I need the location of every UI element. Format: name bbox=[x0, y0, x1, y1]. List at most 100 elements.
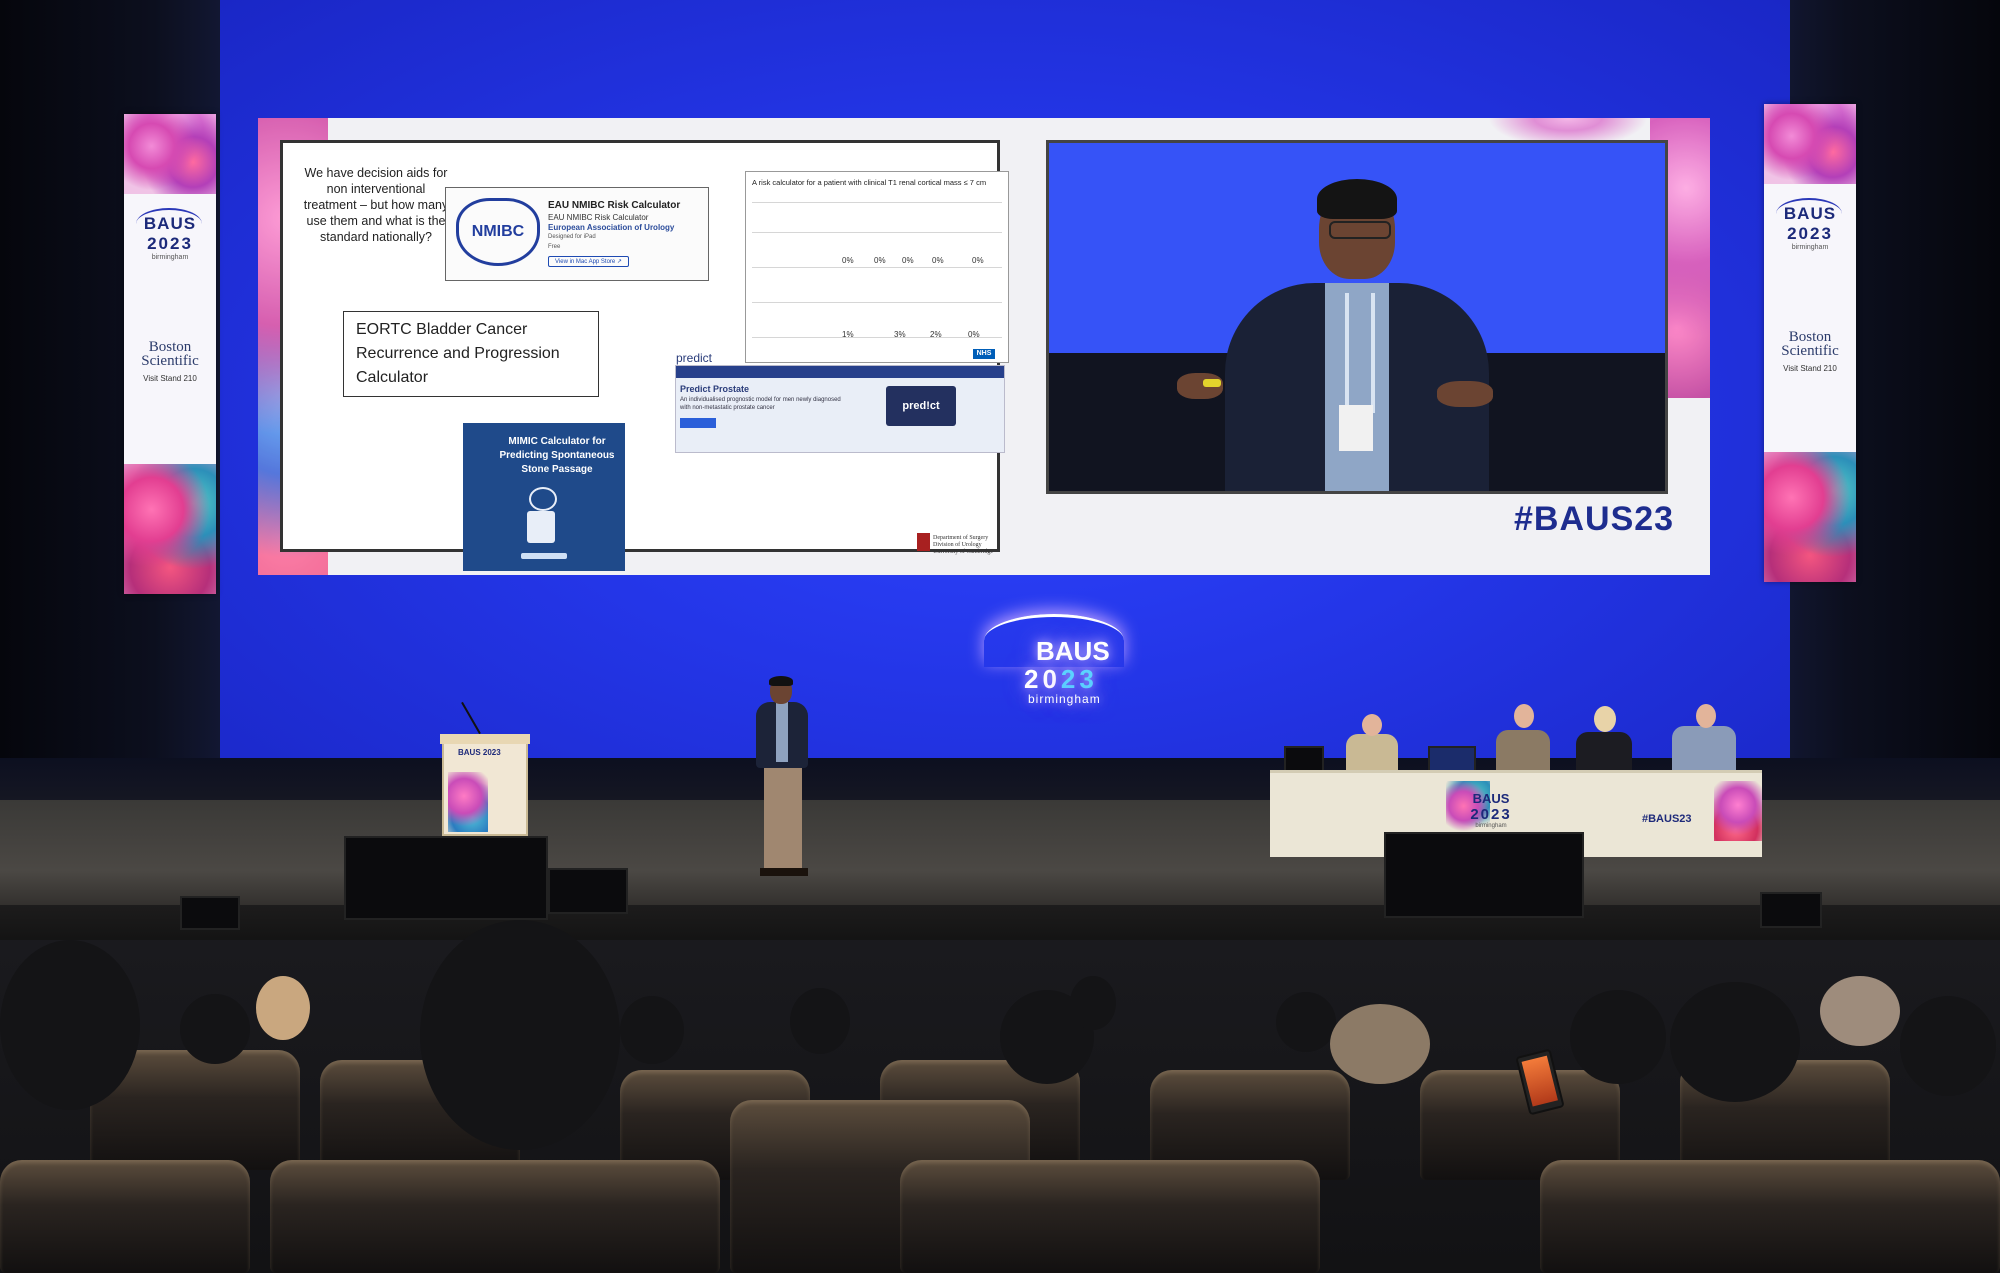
cambridge-crest-icon bbox=[917, 533, 930, 551]
speaker-shoes bbox=[760, 868, 808, 876]
banner-left: BAUS 2023 birmingham Boston Scientific V… bbox=[124, 114, 216, 594]
speaker-shirt bbox=[776, 702, 788, 762]
banner-right: BAUS 2023 birmingham Boston Scientific V… bbox=[1764, 104, 1856, 582]
app-subtitle: EAU NMIBC Risk Calculator bbox=[548, 213, 649, 222]
risk-value: 0% bbox=[842, 256, 854, 265]
speaker-hair bbox=[769, 676, 793, 686]
baus-glow-logo: BAUS 2023 birmingham bbox=[984, 614, 1124, 714]
lectern: BAUS 2023 bbox=[442, 734, 528, 836]
panelist bbox=[1496, 730, 1550, 774]
risk-value: 1% bbox=[842, 330, 854, 339]
audience-member-head bbox=[620, 996, 684, 1064]
presentation-slide: We have decision aids for non interventi… bbox=[280, 140, 1009, 571]
predict-start-button bbox=[680, 418, 716, 428]
risk-value: 2% bbox=[930, 330, 942, 339]
audience-member-head bbox=[1900, 996, 1996, 1096]
app-device: Designed for iPad bbox=[548, 234, 596, 240]
app-title: EAU NMIBC Risk Calculator bbox=[548, 200, 681, 211]
audience-member-head bbox=[1070, 976, 1116, 1030]
risk-value: 0% bbox=[932, 256, 944, 265]
speaker-video-feed bbox=[1046, 140, 1668, 494]
floral-artwork bbox=[1764, 452, 1856, 582]
presentation-clicker bbox=[1203, 379, 1221, 387]
theatre-seat bbox=[900, 1160, 1320, 1273]
panelist-head bbox=[1696, 704, 1716, 728]
app-developer: European Association of Urology bbox=[548, 223, 675, 232]
floral-artwork bbox=[1714, 781, 1762, 841]
risk-value: 0% bbox=[968, 330, 980, 339]
audience-member-head bbox=[1670, 982, 1800, 1102]
stage-speaker bbox=[180, 896, 240, 930]
floral-artwork bbox=[1764, 104, 1856, 184]
predict-logo: predict bbox=[676, 351, 713, 365]
mimic-start-button bbox=[521, 553, 567, 559]
baus-logo: BAUS 2023 birmingham bbox=[130, 208, 210, 261]
audience-member-head bbox=[1820, 976, 1900, 1046]
table-baus-logo: BAUS 2023 birmingham bbox=[1470, 791, 1512, 829]
audience-member-head bbox=[256, 976, 310, 1040]
speaker-hair bbox=[1317, 179, 1397, 219]
slide-question: We have decision aids for non interventi… bbox=[303, 166, 449, 244]
table-rule bbox=[752, 337, 1002, 338]
panelist-head bbox=[1514, 704, 1534, 728]
risk-value: 3% bbox=[894, 330, 906, 339]
logo-swoosh-icon bbox=[1776, 198, 1842, 230]
confidence-monitor bbox=[548, 868, 628, 914]
confidence-monitor bbox=[344, 836, 548, 920]
audience-member-head bbox=[1330, 1004, 1430, 1084]
mimic-calculator-card: MIMIC Calculator for Predicting Spontane… bbox=[463, 423, 625, 571]
name-badge bbox=[1339, 405, 1373, 451]
panelist bbox=[1576, 732, 1632, 774]
logo-swoosh-icon bbox=[136, 208, 202, 240]
audience-member-head bbox=[0, 940, 140, 1110]
screen-hashtag: #BAUS23 bbox=[1514, 500, 1675, 538]
lectern-logo: BAUS 2023 bbox=[458, 748, 501, 757]
glasses-icon bbox=[1329, 221, 1391, 239]
predict-device-mockup: pred!ct bbox=[886, 386, 956, 426]
floral-artwork bbox=[124, 464, 216, 594]
audience-member-head bbox=[1276, 992, 1336, 1052]
floral-artwork bbox=[124, 114, 216, 194]
audience-member-head bbox=[790, 988, 850, 1054]
panelist-head bbox=[1362, 714, 1382, 736]
risk-value: 0% bbox=[902, 256, 914, 265]
sponsor-logo: Boston Scientific Visit Stand 210 bbox=[141, 339, 199, 384]
lanyard bbox=[1345, 293, 1375, 413]
speaker-trousers bbox=[764, 764, 802, 868]
nhs-logo: NHS bbox=[973, 349, 995, 359]
nmibc-logo: NMIBC bbox=[456, 198, 540, 266]
phone-screen bbox=[1521, 1055, 1558, 1107]
panelist-head bbox=[1594, 706, 1616, 732]
kidney-icon bbox=[529, 487, 557, 511]
table-rule bbox=[752, 202, 1002, 203]
risk-value: 0% bbox=[874, 256, 886, 265]
stage-speaker bbox=[1760, 892, 1822, 928]
risk-value: 0% bbox=[972, 256, 984, 265]
eortc-calculator-box: EORTC Bladder Cancer Recurrence and Prog… bbox=[343, 311, 599, 397]
predict-heading: Predict Prostate bbox=[680, 384, 750, 394]
theatre-seat bbox=[0, 1160, 250, 1273]
audience-member-head bbox=[180, 994, 250, 1064]
risk-calculator-title: A risk calculator for a patient with cli… bbox=[752, 178, 987, 187]
sponsor-logo: Boston Scientific Visit Stand 210 bbox=[1781, 329, 1839, 374]
calculator-icon bbox=[527, 511, 555, 543]
website-navbar bbox=[676, 366, 1004, 378]
nmibc-app-card: NMIBC EAU NMIBC Risk Calculator EAU NMIB… bbox=[445, 187, 709, 281]
cambridge-affiliation: Department of Surgery Division of Urolog… bbox=[933, 535, 993, 555]
theatre-seat bbox=[1540, 1160, 2000, 1273]
table-hashtag: #BAUS23 bbox=[1642, 813, 1692, 825]
mimic-title: MIMIC Calculator for Predicting Spontane… bbox=[499, 436, 615, 475]
floral-artwork bbox=[448, 772, 488, 832]
predict-website: Predict Prostate An individualised progn… bbox=[675, 365, 1005, 453]
audience-member-head bbox=[1570, 990, 1666, 1084]
app-store-button: View in Mac App Store ↗ bbox=[548, 256, 629, 267]
table-rule bbox=[752, 267, 1002, 268]
panelist bbox=[1672, 726, 1736, 774]
panelist bbox=[1346, 734, 1398, 774]
risk-calculator-card: A risk calculator for a patient with cli… bbox=[745, 171, 1009, 363]
app-price: Free bbox=[548, 244, 561, 250]
table-rule bbox=[752, 302, 1002, 303]
theatre-seat bbox=[270, 1160, 720, 1273]
audience-member-head bbox=[420, 920, 620, 1150]
led-screen: We have decision aids for non interventi… bbox=[258, 118, 1710, 575]
